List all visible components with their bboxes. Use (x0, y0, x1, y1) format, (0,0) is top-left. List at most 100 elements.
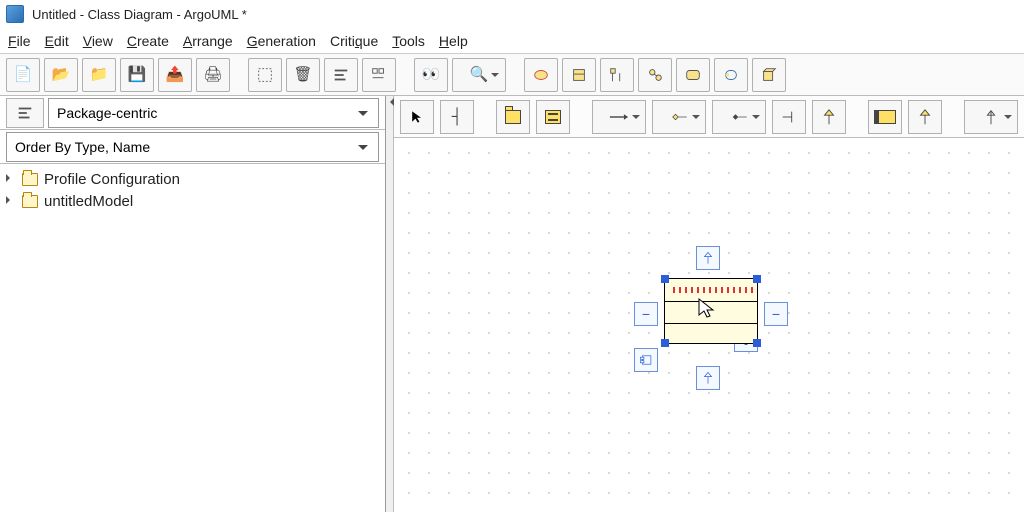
sequence-icon (608, 66, 626, 84)
print-icon: 🖨 (203, 67, 222, 82)
select-button[interactable] (248, 58, 282, 92)
class-element[interactable] (664, 278, 758, 344)
collab-icon (646, 66, 664, 84)
diagram-usecase-button[interactable] (524, 58, 558, 92)
tree-label: untitledModel (44, 193, 133, 210)
note-icon (874, 110, 896, 124)
binoculars-icon: 👀 (422, 67, 441, 82)
palette-package[interactable] (496, 100, 530, 134)
helper-minus-right[interactable]: − (764, 302, 788, 326)
palette-association[interactable] (592, 100, 646, 134)
splitter[interactable] (386, 96, 394, 512)
up-arrow-icon (701, 251, 715, 265)
align-icon (332, 66, 350, 84)
diagram-collab-button[interactable] (638, 58, 672, 92)
activity-icon (722, 66, 740, 84)
explorer-pane: Package-centric Order By Type, Name Prof… (0, 96, 386, 512)
window-title: Untitled - Class Diagram - ArgoUML * (32, 7, 247, 22)
helper-generalize-up[interactable] (696, 246, 720, 270)
menu-edit[interactable]: Edit (45, 33, 69, 49)
diagram-class-button[interactable] (562, 58, 596, 92)
align-left-icon (16, 104, 34, 122)
package-icon (505, 110, 521, 124)
find-button[interactable]: 👀 (414, 58, 448, 92)
helper-generalize-down[interactable] (696, 366, 720, 390)
component-icon (639, 353, 653, 367)
perspective-combo[interactable]: Package-centric (48, 98, 379, 128)
main-toolbar: 📄 📂 📁 💾 📤 🖨 🗑 👀 🔍 (0, 54, 1024, 96)
spellcheck-wiggle-icon (669, 287, 753, 293)
tree-node[interactable]: Profile Configuration (6, 168, 379, 190)
order-combo[interactable]: Order By Type, Name (6, 132, 379, 162)
palette-generalization[interactable] (812, 100, 846, 134)
diagram-state-button[interactable] (676, 58, 710, 92)
selection-icon (256, 66, 274, 84)
palette-class[interactable] (536, 100, 570, 134)
zoom-dropdown[interactable]: 🔍 (452, 58, 506, 92)
title-bar: Untitled - Class Diagram - ArgoUML * (0, 0, 1024, 28)
save-icon: 💾 (128, 67, 147, 82)
palette-composition[interactable] (712, 100, 766, 134)
menu-critique[interactable]: Critique (330, 33, 378, 49)
helper-minus-left[interactable]: − (634, 302, 658, 326)
perspective-value: Package-centric (57, 105, 157, 121)
delete-button[interactable]: 🗑 (286, 58, 320, 92)
class-op-compartment[interactable] (665, 323, 757, 345)
menu-file[interactable]: File (8, 33, 31, 49)
import-icon: 📁 (90, 67, 109, 82)
diamond-open-icon (666, 110, 692, 124)
options-button[interactable] (362, 58, 396, 92)
class-diagram-icon (570, 66, 588, 84)
menu-help[interactable]: Help (439, 33, 468, 49)
diagram-deploy-button[interactable] (752, 58, 786, 92)
broom-icon: ┤ (452, 109, 463, 124)
expand-icon[interactable] (6, 174, 16, 184)
menu-view[interactable]: View (83, 33, 113, 49)
diagram-activity-button[interactable] (714, 58, 748, 92)
usecase-icon (532, 66, 550, 84)
tree-node[interactable]: untitledModel (6, 190, 379, 212)
general-up2-icon (916, 108, 934, 126)
align-button[interactable] (324, 58, 358, 92)
general-up-icon (820, 108, 838, 126)
diagram-palette: ┤ (394, 96, 1024, 138)
resize-handle[interactable] (661, 275, 669, 283)
saveas-button[interactable]: 📤 (158, 58, 192, 92)
palette-note[interactable] (868, 100, 902, 134)
open-button[interactable]: 📂 (44, 58, 78, 92)
mouse-cursor-icon (697, 297, 717, 321)
menu-arrange[interactable]: Arrange (183, 33, 233, 49)
import-button[interactable]: 📁 (82, 58, 116, 92)
helper-component[interactable] (634, 348, 658, 372)
resize-handle[interactable] (753, 339, 761, 347)
class-icon (545, 110, 561, 124)
palette-select[interactable] (400, 100, 434, 134)
cursor-icon (409, 109, 425, 125)
resize-handle[interactable] (661, 339, 669, 347)
folder-icon (22, 173, 38, 186)
resize-handle[interactable] (753, 275, 761, 283)
menu-tools[interactable]: Tools (392, 33, 425, 49)
palette-up-dropdown[interactable] (964, 100, 1018, 134)
state-icon (684, 66, 702, 84)
menu-bar: File Edit View Create Arrange Generation… (0, 28, 1024, 54)
diagram-sequence-button[interactable] (600, 58, 634, 92)
palette-broom[interactable]: ┤ (440, 100, 474, 134)
menu-create[interactable]: Create (127, 33, 169, 49)
saveas-icon: 📤 (166, 67, 185, 82)
palette-general2[interactable] (908, 100, 942, 134)
palette-realization[interactable] (772, 100, 806, 134)
magnifier-icon: 🔍 (470, 67, 489, 82)
explorer-tree[interactable]: Profile Configuration untitledModel (0, 164, 385, 512)
menu-generation[interactable]: Generation (247, 33, 316, 49)
expand-icon[interactable] (6, 196, 16, 206)
trash-icon: 🗑 (293, 67, 312, 82)
new-button[interactable]: 📄 (6, 58, 40, 92)
folder-icon (22, 195, 38, 208)
save-button[interactable]: 💾 (120, 58, 154, 92)
perspective-align-button[interactable] (6, 98, 44, 128)
sliders-icon (370, 66, 388, 84)
palette-dependency[interactable] (652, 100, 706, 134)
diagram-canvas[interactable]: − − ✚ ✚ (394, 138, 1024, 512)
print-button[interactable]: 🖨 (196, 58, 230, 92)
